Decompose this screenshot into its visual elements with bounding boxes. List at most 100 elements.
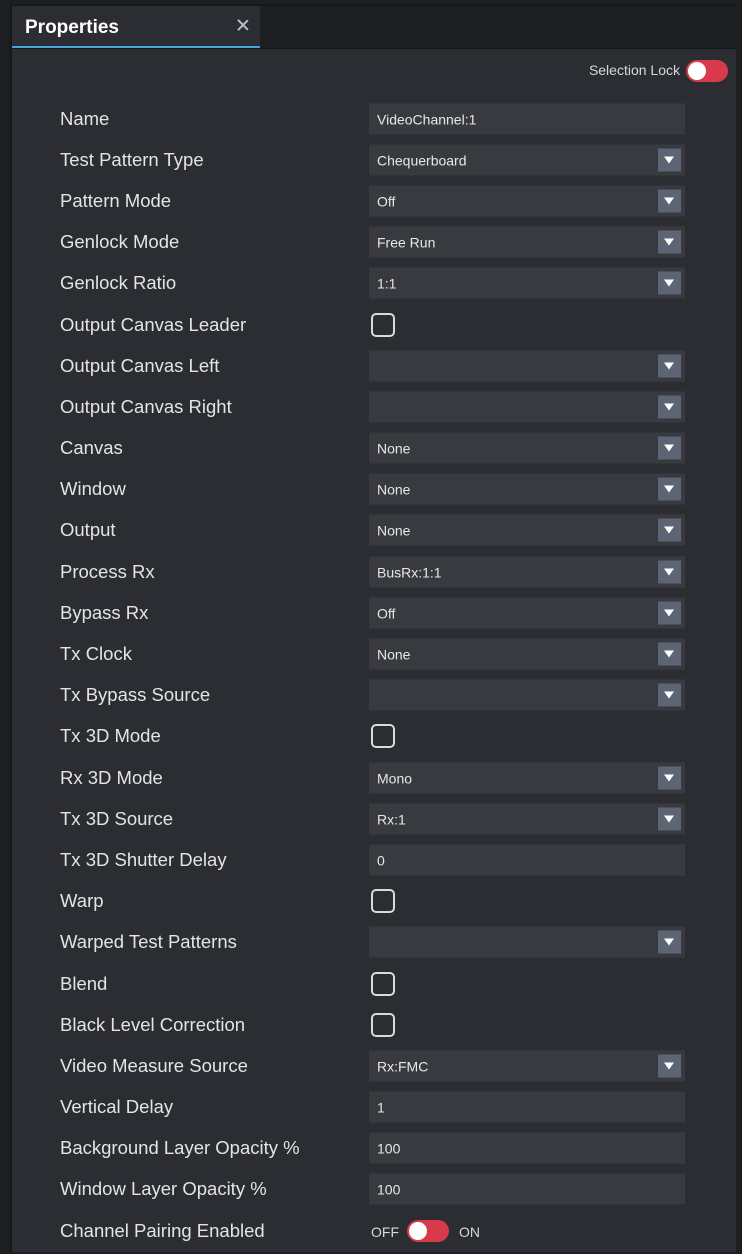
field-value: Free Run	[377, 234, 436, 251]
warped-test-patterns-dropdown[interactable]	[369, 926, 685, 958]
field-value: Rx:1	[377, 811, 406, 828]
genlock-ratio-dropdown[interactable]: 1:1	[369, 267, 685, 299]
dropdown-arrow-icon[interactable]	[658, 354, 681, 378]
blend-checkbox[interactable]	[371, 971, 395, 996]
property-row-output-canvas-right: Output Canvas Right	[12, 386, 736, 427]
property-row-output-canvas-left: Output Canvas Left	[12, 345, 736, 386]
process-rx-dropdown[interactable]: BusRx:1:1	[369, 556, 685, 588]
dropdown-arrow-icon[interactable]	[658, 395, 681, 419]
dropdown-arrow-icon[interactable]	[658, 766, 681, 790]
tx-3d-mode-checkbox[interactable]	[371, 724, 395, 749]
field-value: None	[377, 522, 411, 539]
close-icon[interactable]	[236, 18, 250, 32]
output-canvas-left-dropdown[interactable]	[369, 350, 685, 382]
channel-pairing-toggle[interactable]	[407, 1219, 449, 1242]
property-label: Output Canvas Leader	[60, 313, 247, 335]
dropdown-arrow-icon[interactable]	[658, 436, 681, 460]
property-label: Tx Bypass Source	[60, 684, 211, 706]
property-row-process-rx: Process Rx BusRx:1:1	[12, 551, 736, 592]
tx-bypass-source-dropdown[interactable]	[369, 679, 685, 711]
field-value: None	[377, 440, 411, 457]
dropdown-arrow-icon[interactable]	[658, 477, 681, 501]
property-row-genlock-mode: Genlock Mode Free Run	[12, 222, 736, 263]
tx-3d-source-dropdown[interactable]: Rx:1	[369, 803, 685, 835]
property-row-black-level-correction: Black Level Correction	[12, 1004, 736, 1045]
dropdown-arrow-icon[interactable]	[658, 683, 681, 707]
pattern-mode-dropdown[interactable]: Off	[369, 185, 685, 217]
field-value: Mono	[377, 770, 413, 787]
dropdown-arrow-icon[interactable]	[658, 1054, 681, 1078]
output-canvas-leader-checkbox[interactable]	[371, 312, 395, 337]
dropdown-arrow-icon[interactable]	[658, 642, 681, 666]
field-value: Chequerboard	[377, 152, 467, 169]
property-label: Background Layer Opacity %	[60, 1137, 300, 1159]
dropdown-arrow-icon[interactable]	[658, 807, 681, 831]
field-value: 0	[377, 852, 385, 869]
vertical-delay-input[interactable]: 1	[369, 1091, 685, 1123]
property-row-warp: Warp	[12, 881, 736, 922]
property-row-tx-3d-source: Tx 3D Source Rx:1	[12, 798, 736, 839]
field-value: VideoChannel:1	[377, 111, 477, 128]
output-canvas-right-dropdown[interactable]	[369, 391, 685, 423]
property-label: Genlock Mode	[60, 231, 180, 253]
field-value: 100	[377, 1181, 401, 1198]
background-layer-opacity-input[interactable]: 100	[369, 1132, 685, 1164]
property-label: Warped Test Patterns	[60, 931, 237, 953]
tab-properties[interactable]: Properties	[12, 6, 260, 48]
dropdown-arrow-icon[interactable]	[658, 271, 681, 295]
genlock-mode-dropdown[interactable]: Free Run	[369, 226, 685, 258]
property-label: Bypass Rx	[60, 601, 149, 623]
property-row-vertical-delay: Vertical Delay 1	[12, 1087, 736, 1128]
property-row-rx-3d-mode: Rx 3D Mode Mono	[12, 757, 736, 798]
property-row-tx-3d-shutter-delay: Tx 3D Shutter Delay 0	[12, 839, 736, 880]
dropdown-arrow-icon[interactable]	[658, 230, 681, 254]
property-label: Channel Pairing Enabled	[60, 1219, 265, 1241]
field-value: None	[377, 481, 411, 498]
switch-off-label: OFF	[371, 1223, 399, 1240]
dropdown-arrow-icon[interactable]	[658, 518, 681, 542]
tx-3d-shutter-delay-input[interactable]: 0	[369, 844, 685, 876]
toggle-knob	[688, 62, 706, 80]
window-dropdown[interactable]: None	[369, 473, 685, 505]
switch-on-label: ON	[459, 1223, 480, 1240]
rx-3d-mode-dropdown[interactable]: Mono	[369, 762, 685, 794]
property-label: Tx 3D Mode	[60, 725, 161, 747]
field-value: Off	[377, 193, 396, 210]
property-label: Warp	[60, 890, 104, 912]
name-input[interactable]: VideoChannel:1	[369, 103, 685, 135]
selection-lock-toggle[interactable]	[686, 60, 728, 82]
property-label: Tx 3D Source	[60, 807, 174, 829]
field-value: None	[377, 646, 411, 663]
dropdown-arrow-icon[interactable]	[658, 560, 681, 584]
window-layer-opacity-input[interactable]: 100	[369, 1173, 685, 1205]
property-row-bypass-rx: Bypass Rx Off	[12, 592, 736, 633]
property-row-window-layer-opacity: Window Layer Opacity % 100	[12, 1169, 736, 1210]
toggle-knob	[409, 1221, 427, 1240]
property-row-test-pattern-type: Test Pattern Type Chequerboard	[12, 139, 736, 180]
canvas-dropdown[interactable]: None	[369, 432, 685, 464]
property-row-name: Name VideoChannel:1	[12, 98, 736, 139]
dropdown-arrow-icon[interactable]	[658, 930, 681, 954]
output-dropdown[interactable]: None	[369, 514, 685, 546]
field-value: Off	[377, 605, 396, 622]
warp-checkbox[interactable]	[371, 889, 395, 914]
property-row-window: Window None	[12, 469, 736, 510]
bypass-rx-dropdown[interactable]: Off	[369, 597, 685, 629]
black-level-correction-checkbox[interactable]	[371, 1012, 395, 1037]
test-pattern-type-dropdown[interactable]: Chequerboard	[369, 144, 685, 176]
tab-bar: Properties	[12, 6, 736, 49]
dropdown-arrow-icon[interactable]	[658, 189, 681, 213]
field-value: Rx:FMC	[377, 1058, 429, 1075]
property-list: Name VideoChannel:1 Test Pattern Type Chequ…	[12, 98, 736, 1251]
property-label: Test Pattern Type	[60, 148, 204, 170]
tx-clock-dropdown[interactable]: None	[369, 638, 685, 670]
property-row-tx-bypass-source: Tx Bypass Source	[12, 675, 736, 716]
dropdown-arrow-icon[interactable]	[658, 601, 681, 625]
field-value: 1	[377, 1099, 385, 1116]
channel-pairing-enabled-switch: OFF ON	[371, 1219, 501, 1243]
dropdown-arrow-icon[interactable]	[658, 148, 681, 172]
property-label: Tx 3D Shutter Delay	[60, 848, 227, 870]
property-label: Window	[60, 478, 126, 500]
video-measure-source-dropdown[interactable]: Rx:FMC	[369, 1050, 685, 1082]
property-label: Output Canvas Right	[60, 395, 232, 417]
